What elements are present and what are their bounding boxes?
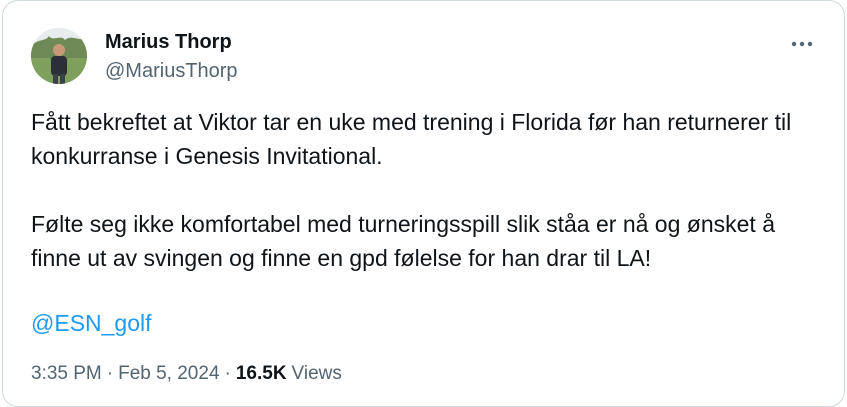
tweet-paragraph: Følte seg ikke komfortabel med turnering… bbox=[31, 211, 775, 271]
mention-link[interactable]: @ESN_golf bbox=[31, 306, 152, 340]
meta-separator: · bbox=[224, 363, 231, 384]
tweet-time[interactable]: 3:35 PM bbox=[31, 363, 102, 384]
tweet-paragraph: Fått bekreftet at Viktor tar en uke med … bbox=[31, 109, 792, 169]
meta-separator: · bbox=[106, 363, 114, 384]
tweet-meta: 3:35 PM · Feb 5, 2024 · 16.5K Views bbox=[31, 361, 342, 387]
author-name[interactable]: Marius Thorp bbox=[105, 30, 232, 54]
views-label: Views bbox=[291, 363, 342, 384]
avatar[interactable] bbox=[31, 28, 87, 84]
tweet-date[interactable]: Feb 5, 2024 bbox=[118, 363, 219, 384]
author-handle[interactable]: @MariusThorp bbox=[105, 59, 238, 83]
more-icon[interactable] bbox=[788, 33, 816, 55]
tweet-text: Fått bekreftet at Viktor tar en uke med … bbox=[31, 105, 822, 275]
views-count: 16.5K bbox=[235, 363, 287, 384]
tweet-card: Marius Thorp @MariusThorp Fått bekreftet… bbox=[2, 0, 845, 407]
